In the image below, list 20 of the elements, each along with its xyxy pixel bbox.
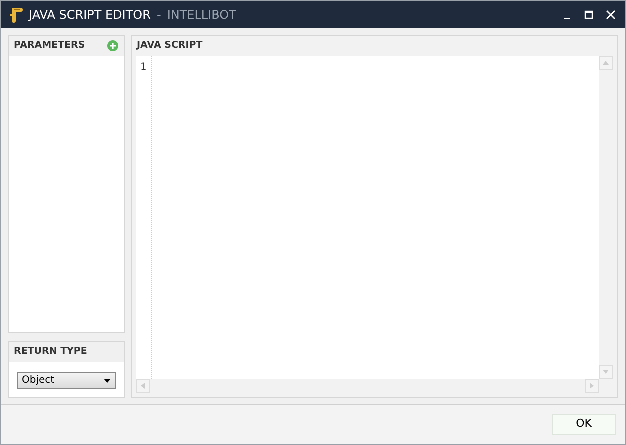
scroll-icon xyxy=(9,6,23,22)
panel-title: JAVA SCRIPT xyxy=(137,38,203,53)
panel-title: RETURN TYPE xyxy=(14,344,88,359)
window-title: JAVA SCRIPT EDITOR xyxy=(29,6,151,24)
scroll-down-icon[interactable] xyxy=(599,365,613,379)
line-number: 1 xyxy=(139,61,148,75)
scroll-left-icon[interactable] xyxy=(136,379,150,393)
horizontal-scrollbar[interactable] xyxy=(136,379,599,393)
scroll-up-icon[interactable] xyxy=(599,56,613,70)
scroll-right-icon[interactable] xyxy=(585,379,599,393)
maximize-icon[interactable] xyxy=(584,10,594,20)
ok-button[interactable]: OK xyxy=(552,414,616,435)
add-icon[interactable] xyxy=(107,40,119,52)
close-icon[interactable] xyxy=(606,10,616,20)
app-name: INTELLIBOT xyxy=(167,6,236,24)
panel-title: PARAMETERS xyxy=(14,38,86,53)
vertical-scrollbar[interactable] xyxy=(599,56,613,379)
title-separator: - xyxy=(156,6,162,24)
caret-icon xyxy=(104,378,111,382)
return-type-dropdown[interactable]: Object xyxy=(17,372,116,389)
